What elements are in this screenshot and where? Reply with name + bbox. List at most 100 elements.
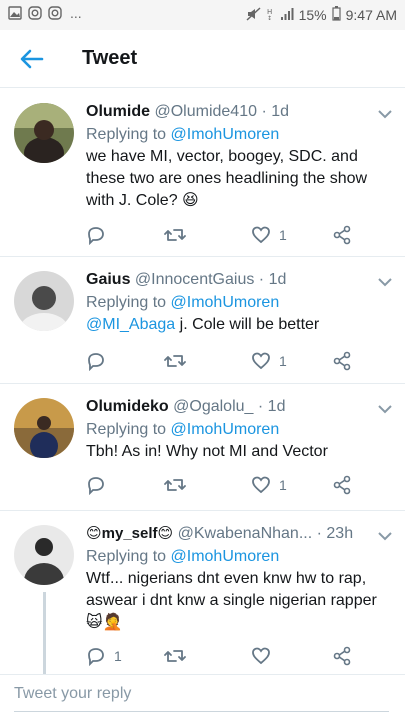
author-name[interactable]: 😊my_self😊 <box>86 525 173 542</box>
like-button[interactable]: 1 <box>251 225 287 245</box>
replying-to-mention[interactable]: @ImohUmoren <box>171 294 280 311</box>
tweet-item[interactable]: Gaius @InnocentGaius · 1d Replying to @I… <box>0 258 405 384</box>
avatar[interactable] <box>14 398 74 458</box>
app-bar: Tweet <box>0 30 405 88</box>
page-title: Tweet <box>82 47 138 69</box>
replying-to-mention[interactable]: @ImohUmoren <box>171 126 280 143</box>
author-name[interactable]: Olumide <box>86 103 150 120</box>
tweet-header: Olumideko @Ogalolu_ · 1d <box>86 398 286 415</box>
mute-icon <box>246 6 262 24</box>
reply-input[interactable] <box>14 685 389 712</box>
tweet-actions: 1 <box>86 646 366 668</box>
like-count: 1 <box>279 477 287 493</box>
author-handle[interactable]: @Olumide410 <box>154 103 257 120</box>
clock: 9:47 AM <box>345 7 397 23</box>
thread-line <box>43 592 46 674</box>
heart-icon <box>251 475 271 495</box>
tweet-item[interactable]: 😊my_self😊 @KwabenaNhan... · 23h Replying… <box>0 512 405 674</box>
share-button[interactable] <box>332 351 352 371</box>
tweet-body: 😊my_self😊 @KwabenaNhan... · 23h Replying… <box>86 524 395 634</box>
heart-icon <box>251 646 271 666</box>
chevron-down-icon[interactable] <box>375 107 395 121</box>
retweet-button[interactable] <box>164 225 186 245</box>
author-name[interactable]: Gaius <box>86 271 130 288</box>
tweet-text: Tbh! As in! Why not MI and Vector <box>86 443 328 460</box>
svg-text:↕: ↕ <box>267 15 272 21</box>
battery-icon <box>332 6 341 24</box>
back-arrow-icon[interactable] <box>18 46 46 72</box>
tweet-text: we have MI, vector, boogey, SDC. and the… <box>86 148 368 209</box>
tweet-item[interactable]: Olumide @Olumide410 · 1d Replying to @Im… <box>0 89 405 257</box>
reply-icon <box>86 646 106 666</box>
tweet-header: Gaius @InnocentGaius · 1d <box>86 271 287 288</box>
tweet-header: 😊my_self😊 @KwabenaNhan... · 23h <box>86 525 354 542</box>
avatar[interactable] <box>14 271 74 331</box>
retweet-icon <box>164 475 186 495</box>
status-right: H ↕ 15% 9:47 AM <box>246 6 397 24</box>
retweet-icon <box>164 646 186 666</box>
heart-icon <box>251 351 271 371</box>
tweet-text: Wtf... nigerians dnt even knw hw to rap,… <box>86 570 377 631</box>
reply-button[interactable]: 1 <box>86 646 122 666</box>
avatar[interactable] <box>14 525 74 585</box>
heart-icon <box>251 225 271 245</box>
chevron-down-icon[interactable] <box>375 402 395 416</box>
instagram-icon <box>48 6 62 20</box>
tweet-actions: 1 <box>86 475 366 497</box>
replying-to-mention[interactable]: @ImohUmoren <box>171 421 280 438</box>
author-handle[interactable]: @KwabenaNhan... <box>178 525 313 542</box>
reply-count: 1 <box>114 648 122 664</box>
retweet-icon <box>164 225 186 245</box>
replying-to: Replying to @ImohUmoren <box>86 548 280 565</box>
share-button[interactable] <box>332 646 352 666</box>
tweet-body: Olumide @Olumide410 · 1d Replying to @Im… <box>86 102 395 212</box>
image-icon <box>8 6 22 20</box>
reply-composer <box>0 674 405 720</box>
like-button[interactable] <box>251 646 279 666</box>
battery-percent: 15% <box>298 7 327 23</box>
retweet-button[interactable] <box>164 351 186 371</box>
replying-to: Replying to @ImohUmoren <box>86 294 280 311</box>
tweet-time: 1d <box>267 398 286 415</box>
share-button[interactable] <box>332 225 352 245</box>
retweet-button[interactable] <box>164 475 186 495</box>
tweet-header: Olumide @Olumide410 · 1d <box>86 103 290 120</box>
like-button[interactable]: 1 <box>251 475 287 495</box>
like-button[interactable]: 1 <box>251 351 287 371</box>
status-dots: ... <box>70 5 82 21</box>
author-handle[interactable]: @Ogalolu_ <box>173 398 253 415</box>
share-icon <box>332 646 352 666</box>
signal-icon <box>280 7 294 24</box>
author-name[interactable]: Olumideko <box>86 398 169 415</box>
reply-icon <box>86 225 106 245</box>
tweet-actions: 1 <box>86 351 366 373</box>
chevron-down-icon[interactable] <box>375 529 395 543</box>
text-mention[interactable]: @MI_Abaga <box>86 316 175 333</box>
reply-icon <box>86 475 106 495</box>
replying-to-mention[interactable]: @ImohUmoren <box>171 548 280 565</box>
like-count: 1 <box>279 227 287 243</box>
reply-icon <box>86 351 106 371</box>
tweet-body: Olumideko @Ogalolu_ · 1d Replying to @Im… <box>86 397 395 463</box>
author-handle[interactable]: @InnocentGaius <box>135 271 254 288</box>
share-icon <box>332 475 352 495</box>
status-left: ... <box>8 5 82 21</box>
network-h-icon: H ↕ <box>267 7 275 24</box>
replying-to: Replying to @ImohUmoren <box>86 421 280 438</box>
retweet-button[interactable] <box>164 646 186 666</box>
share-icon <box>332 351 352 371</box>
reply-button[interactable] <box>86 225 114 245</box>
chevron-down-icon[interactable] <box>375 275 395 289</box>
avatar[interactable] <box>14 103 74 163</box>
instagram-icon <box>28 6 42 20</box>
tweet-time: 1d <box>268 271 287 288</box>
replying-to: Replying to @ImohUmoren <box>86 126 280 143</box>
share-icon <box>332 225 352 245</box>
tweet-body: Gaius @InnocentGaius · 1d Replying to @I… <box>86 270 395 336</box>
reply-button[interactable] <box>86 475 114 495</box>
tweet-item[interactable]: Olumideko @Ogalolu_ · 1d Replying to @Im… <box>0 385 405 511</box>
share-button[interactable] <box>332 475 352 495</box>
reply-button[interactable] <box>86 351 114 371</box>
tweet-actions: 1 <box>86 225 366 247</box>
tweet-text: @MI_Abaga j. Cole will be better <box>86 316 320 333</box>
